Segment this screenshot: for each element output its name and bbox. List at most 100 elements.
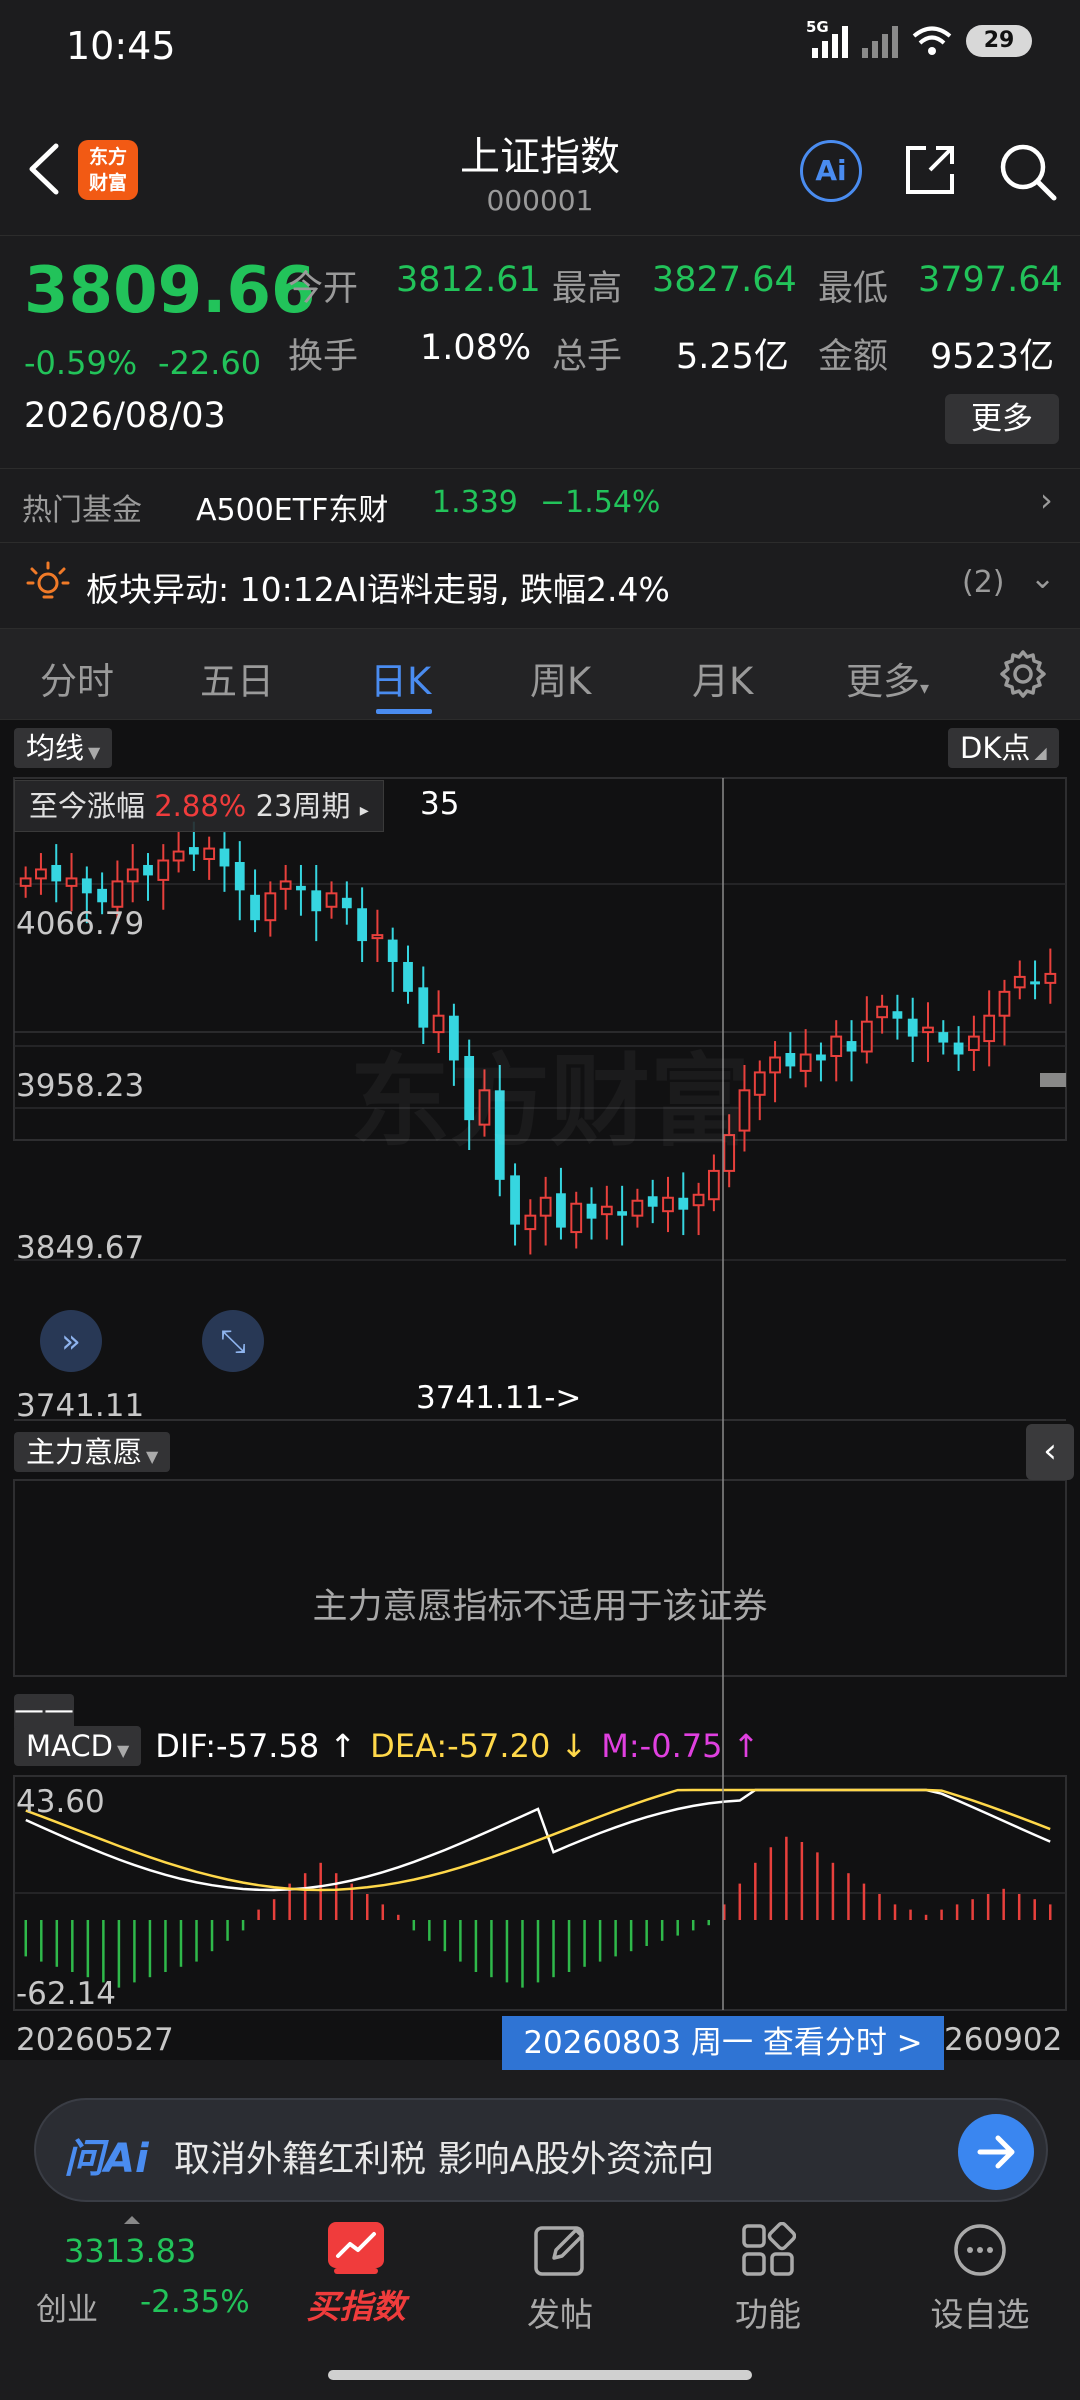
low-value: 3797.64 xyxy=(918,260,1063,300)
grid-icon xyxy=(742,2221,797,2276)
status-time: 10:45 xyxy=(66,24,176,68)
candle-up xyxy=(631,1199,644,1217)
candle-up xyxy=(998,990,1011,1017)
candle-down xyxy=(143,864,153,876)
dk-points-dropdown[interactable]: DK点 ◢ xyxy=(948,728,1059,768)
signal-5g-icon: 5G xyxy=(806,18,848,58)
indicator-main-force-dropdown[interactable]: 主力意愿 ▼ xyxy=(14,1432,171,1472)
candle-down xyxy=(892,1011,903,1019)
edit-icon xyxy=(534,2226,584,2276)
caret-right-icon: ▸ xyxy=(359,800,369,821)
nav-post[interactable]: 发帖 xyxy=(500,2210,620,2336)
nav-post-label: 发帖 xyxy=(527,2295,593,2334)
dk-points-label: DK点 xyxy=(960,731,1031,765)
share-icon[interactable] xyxy=(900,140,960,200)
candle-down xyxy=(510,1175,520,1225)
change-percent: -0.59% xyxy=(24,344,138,382)
candle-up xyxy=(1013,975,1026,989)
tab-five-day[interactable]: 五日 xyxy=(200,651,274,705)
candle-up xyxy=(19,877,32,887)
indicator-main-force-label: 主力意愿 xyxy=(26,1435,143,1469)
candle-up xyxy=(65,877,78,887)
candle-up xyxy=(203,847,216,861)
tab-more-label: 更多 xyxy=(846,660,920,703)
tab-weekly-k[interactable]: 周K xyxy=(530,651,591,705)
candle-up xyxy=(371,934,384,940)
macd-axis-top: 43.60 xyxy=(16,1784,105,1820)
ask-ai-bar[interactable]: 问Ai 取消外籍红利税 影响A股外资流向 xyxy=(34,2098,1048,2202)
candle-down xyxy=(188,847,199,855)
expand-icon[interactable]: ⤡ xyxy=(202,1310,264,1372)
tab-more[interactable]: 更多▾ xyxy=(846,651,929,705)
watermark: 东方财富 xyxy=(350,1020,750,1165)
nav-functions[interactable]: 功能 xyxy=(708,2210,828,2336)
nav-add-watchlist[interactable]: 设自选 xyxy=(914,2210,1046,2336)
candle-up xyxy=(325,892,338,908)
dea-value: DEA:-57.20 ↓ xyxy=(370,1727,587,1765)
fast-forward-icon[interactable]: » xyxy=(40,1310,102,1372)
high-value: 3827.64 xyxy=(652,260,797,300)
ma-dropdown[interactable]: 均线 ▼ xyxy=(14,728,113,768)
candle-up xyxy=(35,868,47,880)
candle-up xyxy=(922,1026,934,1034)
chart-area[interactable]: 东方财富 均线▼ DK点◢ 至今涨幅 2.88% 23周期 ▸ 35 4066.… xyxy=(0,720,1080,2070)
macd-legend: MACD ▼ DIF:-57.58 ↑ DEA:-57.20 ↓ M:-0.75 … xyxy=(14,1726,759,1766)
candle-up xyxy=(524,1214,537,1231)
open-value: 3812.61 xyxy=(396,260,541,300)
volume-value: 5.25亿 xyxy=(676,337,789,377)
more-quote-button[interactable]: 更多 xyxy=(945,394,1059,444)
sector-alert-row[interactable]: 板块异动: 10:12AI语料走弱, 跌幅2.4% (2) ⌄ xyxy=(0,542,1080,624)
price-label-low: 3741.11 xyxy=(16,1388,145,1424)
candle-up xyxy=(264,892,277,922)
lightbulb-icon xyxy=(26,561,70,599)
status-bar: 10:45 5G 29 xyxy=(0,0,1080,100)
gear-icon[interactable] xyxy=(996,647,1050,701)
battery-indicator: 29 xyxy=(966,25,1032,57)
collapse-panel-button[interactable]: ‹ xyxy=(1026,1424,1074,1480)
dea-line xyxy=(25,1788,1051,1892)
m-value: M:-0.75 ↑ xyxy=(601,1727,759,1765)
status-icons: 5G 29 xyxy=(806,18,1032,58)
hot-fund-price: 1.339 xyxy=(432,485,518,520)
candle-up xyxy=(753,1071,766,1096)
ai-assistant-button[interactable]: Ai xyxy=(800,140,862,202)
tab-intraday[interactable]: 分时 xyxy=(40,651,114,705)
ask-ai-logo: 问Ai xyxy=(64,2136,149,2182)
candle-up xyxy=(157,859,170,881)
candle-down xyxy=(81,878,92,894)
macd-axis-bottom: -62.14 xyxy=(16,1976,116,2012)
turnover-label: 换手 xyxy=(288,337,359,377)
macd-dropdown[interactable]: MACD ▼ xyxy=(14,1726,142,1766)
candle-up xyxy=(1044,972,1057,984)
candle-down xyxy=(311,890,322,912)
period-gain-pill[interactable]: 至今涨幅 2.88% 23周期 ▸ xyxy=(14,780,384,832)
current-price: 3809.66 xyxy=(24,254,316,328)
ask-ai-send-button[interactable] xyxy=(958,2114,1034,2190)
candle-down xyxy=(97,888,108,903)
candle-up xyxy=(983,1014,996,1043)
quote-date: 2026/08/03 xyxy=(24,396,226,436)
caret-down-icon: ▼ xyxy=(146,1447,159,1466)
tab-monthly-k[interactable]: 月K xyxy=(692,651,753,705)
hot-fund-change: −1.54% xyxy=(540,485,661,520)
candle-up xyxy=(860,1020,873,1053)
ask-ai-prompt: 取消外籍红利税 影响A股外资流向 xyxy=(174,2139,715,2180)
candle-down xyxy=(617,1211,628,1216)
search-icon[interactable] xyxy=(996,140,1058,202)
candle-up xyxy=(570,1202,583,1234)
wifi-icon xyxy=(912,26,952,55)
nav-buy-index[interactable]: 买指数 xyxy=(286,2210,426,2328)
candle-down xyxy=(219,848,230,867)
caret-down-icon: ▼ xyxy=(88,743,101,762)
candle-down xyxy=(938,1032,949,1043)
view-intraday-pill[interactable]: 20260803 周一 查看分时 > xyxy=(502,2016,944,2070)
arrow-up-icon: ↑ xyxy=(329,1727,357,1765)
candle-down xyxy=(341,897,352,909)
candle-down xyxy=(556,1193,566,1228)
alert-text: 板块异动: 10:12AI语料走弱, 跌幅2.4% xyxy=(86,570,670,609)
hot-fund-row[interactable]: 热门基金 A500ETF东财 1.339 −1.54% › xyxy=(0,468,1080,538)
tab-daily-k[interactable]: 日K xyxy=(370,651,431,705)
ticker-value: 3313.83 xyxy=(64,2232,197,2270)
candle-up xyxy=(539,1196,552,1217)
arrow-right-icon xyxy=(977,2135,1015,2169)
